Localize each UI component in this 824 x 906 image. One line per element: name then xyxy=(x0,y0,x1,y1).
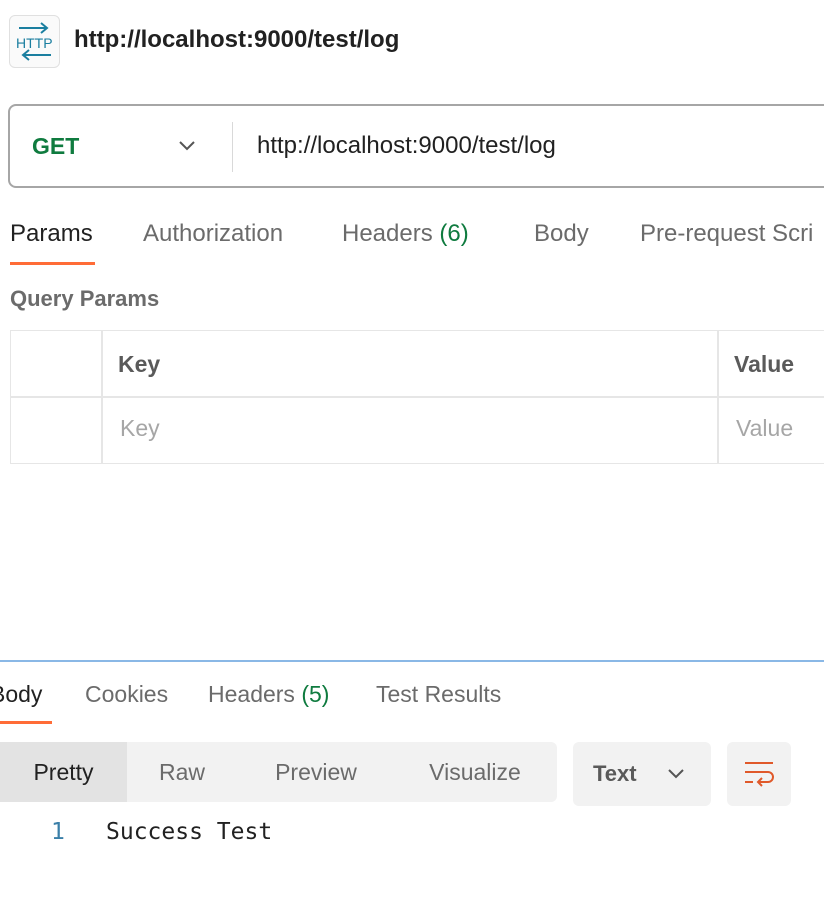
line-number: 1 xyxy=(51,819,65,845)
url-input[interactable]: http://localhost:9000/test/log xyxy=(257,132,556,160)
tab-label: Params xyxy=(10,220,93,247)
tab-label: Authorization xyxy=(143,220,284,247)
response-type-select[interactable]: Text xyxy=(573,742,711,806)
method-select[interactable]: GET xyxy=(32,133,79,160)
chevron-down-icon xyxy=(667,767,685,785)
query-params-table: Key Value Key Value xyxy=(10,330,824,464)
tab-label: Headers xyxy=(342,220,433,247)
url-bar: GET http://localhost:9000/test/log xyxy=(8,104,824,188)
format-raw[interactable]: Raw xyxy=(127,742,237,802)
wrap-lines-icon xyxy=(745,762,774,787)
tab-params[interactable]: Params xyxy=(10,220,93,248)
format-pretty[interactable]: Pretty xyxy=(0,742,127,802)
key-input[interactable]: Key xyxy=(120,415,160,442)
headers-count: (6) xyxy=(439,220,469,247)
response-body-line[interactable]: Success Test xyxy=(106,819,272,845)
format-preview[interactable]: Preview xyxy=(237,742,395,802)
format-visualize[interactable]: Visualize xyxy=(395,742,555,802)
tab-pre-request-script[interactable]: Pre-request Scri xyxy=(640,220,813,248)
http-icon: HTTP xyxy=(9,15,60,68)
headers-count: (5) xyxy=(301,681,330,707)
tab-body[interactable]: Body xyxy=(534,220,589,248)
tab-label: Body xyxy=(534,220,589,247)
url-divider xyxy=(232,122,233,172)
query-params-title: Query Params xyxy=(10,286,160,311)
request-header: HTTP http://localhost:9000/test/log xyxy=(0,0,824,84)
table-divider xyxy=(11,396,824,398)
tab-label: Pre-request Scri xyxy=(640,220,814,247)
request-title[interactable]: http://localhost:9000/test/log xyxy=(74,26,399,54)
format-segmented-control: Pretty Raw Preview Visualize xyxy=(0,742,557,802)
response-type-label: Text xyxy=(593,761,637,786)
response-divider[interactable] xyxy=(0,660,824,662)
svg-text:HTTP: HTTP xyxy=(16,35,53,51)
wrap-lines-button[interactable] xyxy=(727,742,791,806)
table-divider xyxy=(717,331,719,463)
tab-label: Headers xyxy=(208,681,295,707)
active-tab-underline xyxy=(10,262,95,265)
tab-authorization[interactable]: Authorization xyxy=(143,220,283,248)
column-header-value: Value xyxy=(734,351,795,377)
tab-headers[interactable]: Headers (6) xyxy=(342,220,469,248)
response-tab-cookies[interactable]: Cookies xyxy=(85,681,168,708)
response-tab-test-results[interactable]: Test Results xyxy=(376,681,501,708)
request-tabs: Params Authorization Headers (6) Body Pr… xyxy=(0,212,824,268)
chevron-down-icon[interactable] xyxy=(178,139,196,157)
table-divider xyxy=(101,331,103,463)
column-header-key: Key xyxy=(118,351,161,377)
response-tab-headers[interactable]: Headers (5) xyxy=(208,681,329,708)
value-input[interactable]: Value xyxy=(736,415,793,442)
active-response-tab-underline xyxy=(0,721,52,724)
response-tab-body[interactable]: Body xyxy=(0,681,42,708)
